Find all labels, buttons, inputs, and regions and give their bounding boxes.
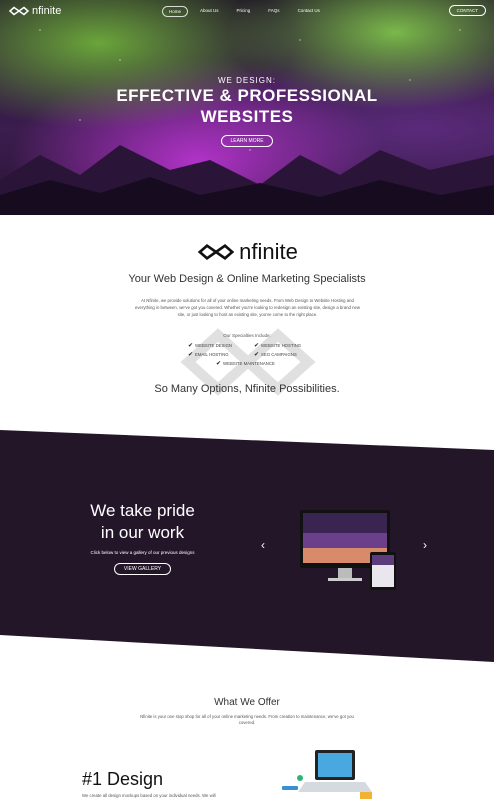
offer-paragraph: Nfinite is your one stop shop for all of… (140, 714, 354, 725)
feature-text: We create all design mockups based on yo… (82, 793, 216, 798)
main-logo: nfinite (0, 239, 494, 265)
closing-line: So Many Options, Nfinite Possibilities. (154, 383, 340, 395)
gallery-copy: We take pride in our work Click below to… (60, 500, 225, 575)
tagline: Your Web Design & Online Marketing Speci… (128, 273, 366, 285)
nav-pricing[interactable]: Pricing (231, 6, 257, 17)
specialty-item: ✔ EMAIL HOSTING (188, 352, 229, 358)
nav-contact[interactable]: Contact Us (292, 6, 326, 17)
contact-button[interactable]: CONTACT (448, 5, 486, 16)
gallery-heading-1: We take pride (90, 501, 195, 520)
nav-home[interactable]: Home (162, 6, 189, 17)
infinity-logo-icon (8, 6, 30, 16)
offer-title: What We Offer (214, 697, 280, 708)
carousel-next-icon[interactable]: › (423, 538, 427, 552)
hero-copy: WE DESIGN: EFFECTIVE & PROFESSIONAL WEBS… (0, 76, 494, 147)
nav-faqs[interactable]: FAQs (262, 6, 285, 17)
laptop-illustration-icon (282, 750, 372, 799)
device-mockup-image (300, 510, 396, 590)
check-icon: ✔ (188, 352, 194, 358)
specialties-list: ✔ WEBSITE DESIGN ✔ WEBSITE HOSTING ✔ EMAIL … (188, 341, 328, 368)
intro-paragraph: At Nfinite, we provide solutions for all… (135, 298, 360, 317)
hero-section: nfinite Home About Us Pricing FAQs Conta… (0, 0, 494, 215)
specialty-item: ✔ WEBSITE DESIGN (188, 343, 233, 349)
hero-kicker: WE DESIGN: (217, 76, 276, 85)
check-icon: ✔ (188, 343, 194, 349)
specialty-item: ✔ SEO CAMPAIGNS (254, 352, 297, 358)
specialty-item: ✔ WEBSITE MAINTENANCE (216, 361, 275, 367)
specialty-item: ✔ WEBSITE HOSTING (254, 343, 302, 349)
hero-headline-1: EFFECTIVE & PROFESSIONAL (116, 86, 378, 105)
specialties-title: Our Specialties Include: (223, 333, 271, 338)
view-gallery-button[interactable]: VIEW GALLERY (113, 563, 172, 575)
nav-about[interactable]: About Us (194, 6, 225, 17)
gallery-heading-2: in our work (100, 523, 185, 542)
learn-more-button[interactable]: LEARN MORE (221, 135, 273, 147)
top-nav: nfinite Home About Us Pricing FAQs Conta… (0, 0, 494, 22)
check-icon: ✔ (254, 352, 260, 358)
check-icon: ✔ (254, 343, 260, 349)
hero-headline-2: WEBSITES (200, 107, 294, 126)
intro-section: nfinite Your Web Design & Online Marketi… (0, 215, 494, 430)
main-logo-text: nfinite (239, 239, 298, 264)
carousel-prev-icon[interactable]: ‹ (261, 538, 265, 552)
check-icon: ✔ (216, 361, 222, 367)
brand-logo[interactable]: nfinite (8, 5, 61, 17)
infinity-logo-icon (197, 243, 235, 261)
gallery-subtext: Click below to view a gallery of our pre… (90, 550, 195, 555)
main-menu: Home About Us Pricing FAQs Contact Us (162, 6, 332, 17)
feature-title: #1 Design (82, 769, 164, 789)
brand-name: nfinite (32, 5, 62, 17)
